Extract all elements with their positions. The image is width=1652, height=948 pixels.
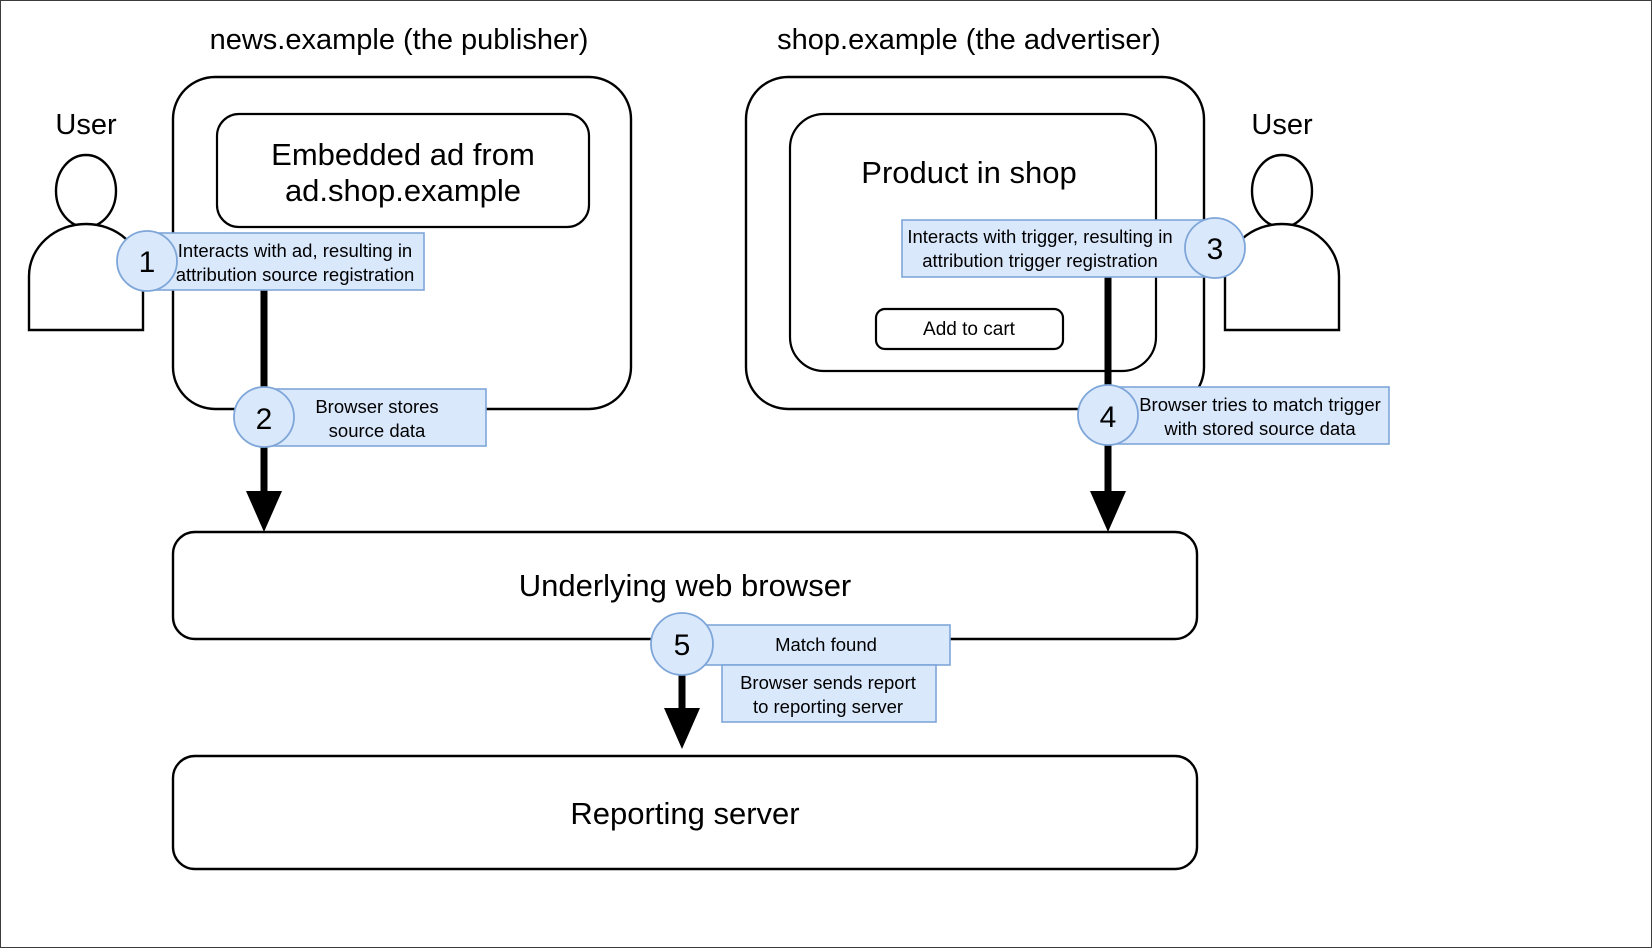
embedded-ad-line2: ad.shop.example	[285, 173, 521, 208]
underlying-browser-label: Underlying web browser	[519, 568, 852, 603]
step-3-annotation: 3 Interacts with trigger, resulting in a…	[901, 217, 1246, 279]
attribution-reporting-flow-diagram: news.example (the publisher) Embedded ad…	[27, 24, 1390, 871]
arrowhead-step4-to-browser	[1090, 491, 1126, 532]
step-4-line1: Browser tries to match trigger	[1139, 394, 1381, 415]
user-right-head-icon	[1250, 153, 1314, 229]
step-2-number: 2	[256, 403, 273, 436]
step-5-line1: Match found	[775, 634, 877, 655]
user-right-label: User	[1251, 109, 1313, 141]
advertiser-title: shop.example (the advertiser)	[777, 24, 1161, 56]
advertiser-group: shop.example (the advertiser) Product in…	[744, 24, 1206, 411]
step-4-line2: with stored source data	[1163, 418, 1356, 439]
product-in-shop-label: Product in shop	[861, 155, 1076, 190]
step-2-line1: Browser stores	[315, 396, 438, 417]
user-left-label: User	[55, 109, 117, 141]
arrowhead-step2-to-browser	[246, 491, 282, 532]
step-2-line2: source data	[329, 420, 426, 441]
step-5-annotation: 5 Match found Browser sends report to re…	[650, 612, 951, 723]
user-right-figure: User	[1223, 109, 1341, 332]
step-5-extra-line1: Browser sends report	[740, 672, 916, 693]
publisher-group: news.example (the publisher) Embedded ad…	[171, 24, 633, 411]
step-3-line2: attribution trigger registration	[922, 250, 1157, 271]
step-1-annotation: 1 Interacts with ad, resulting in attrib…	[116, 230, 425, 292]
step-3-line1: Interacts with trigger, resulting in	[907, 226, 1172, 247]
step-3-number: 3	[1207, 233, 1224, 266]
step-4-annotation: 4 Browser tries to match trigger with st…	[1077, 384, 1390, 446]
step-1-number: 1	[139, 246, 156, 279]
add-to-cart-label: Add to cart	[923, 319, 1016, 340]
diagram-canvas: news.example (the publisher) Embedded ad…	[0, 0, 1652, 948]
reporting-server-group: Reporting server	[171, 754, 1199, 871]
step-5-extra-line2: to reporting server	[753, 696, 903, 717]
embedded-ad-line1: Embedded ad from	[271, 137, 535, 172]
reporting-server-label: Reporting server	[570, 796, 799, 831]
user-left-figure: User	[27, 109, 145, 332]
step-4-number: 4	[1100, 401, 1117, 434]
step-1-line2: attribution source registration	[176, 264, 415, 285]
publisher-title: news.example (the publisher)	[210, 24, 589, 56]
step-2-annotation: 2 Browser stores source data	[233, 386, 487, 448]
user-left-head-icon	[54, 153, 118, 229]
step-5-number: 5	[674, 629, 691, 662]
step-1-line1: Interacts with ad, resulting in	[178, 240, 412, 261]
arrowhead-step5-to-reporting-server	[664, 708, 700, 749]
